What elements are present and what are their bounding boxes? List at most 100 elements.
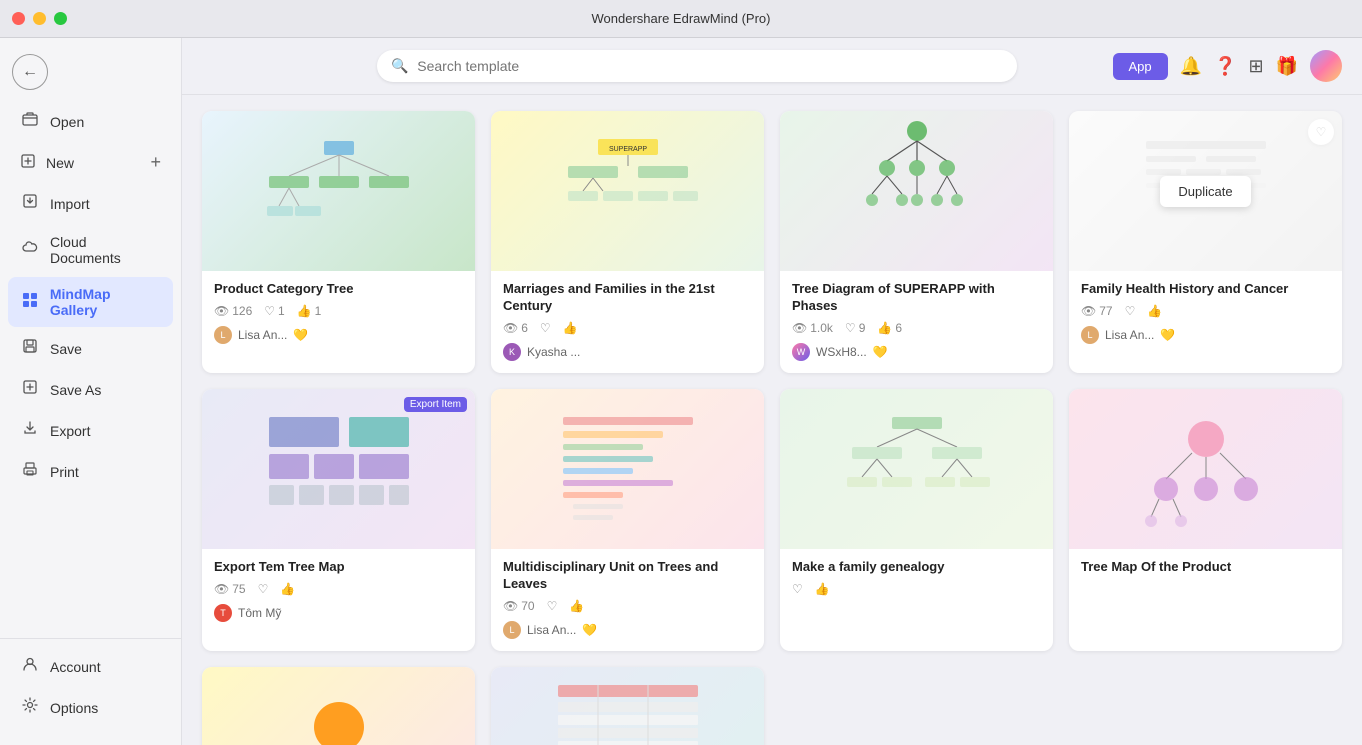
minimize-button[interactable] <box>33 12 46 25</box>
card-family-genealogy[interactable]: Make a family genealogy ♡ 👍 <box>780 389 1053 651</box>
sidebar-item-gallery[interactable]: MindMap Gallery <box>8 277 173 327</box>
thumb-icon: 👍 <box>563 321 578 335</box>
pro-badge: 💛 <box>293 328 308 342</box>
card-thumb-tree-map-product <box>1069 389 1342 549</box>
card-title-tree-map-product: Tree Map Of the Product <box>1081 559 1330 576</box>
sidebar-top: ← <box>0 46 181 102</box>
card-title-product-category-tree: Product Category Tree <box>214 281 463 298</box>
thumb-icon: 👍 <box>569 599 584 613</box>
thumbs-stat: 👍 1 <box>297 304 322 318</box>
author-avatar: W <box>792 343 810 361</box>
card-body-tree-diagram: Tree Diagram of SUPERAPP with Phases 👁 1… <box>780 271 1053 373</box>
search-input[interactable] <box>377 50 1017 82</box>
import-icon <box>20 193 40 214</box>
help-icon: ❓ <box>1214 56 1236 77</box>
new-left: New <box>20 153 74 172</box>
app-button[interactable]: App <box>1113 53 1168 80</box>
sidebar-item-import[interactable]: Import <box>8 184 173 223</box>
sidebar-item-save[interactable]: Save <box>8 329 173 368</box>
sidebar-item-new[interactable]: New + <box>8 143 173 182</box>
notification-button[interactable]: 🔔 <box>1180 56 1202 77</box>
card-tree-diagram-superapp[interactable]: Tree Diagram of SUPERAPP with Phases 👁 1… <box>780 111 1053 373</box>
duplicate-overlay: Duplicate <box>1069 111 1342 271</box>
card-thumb-family-health: ♡ Duplicate <box>1069 111 1342 271</box>
help-button[interactable]: ❓ <box>1214 56 1236 77</box>
sidebar-bottom: Account Options <box>0 638 181 737</box>
thumbs-stat: 👍 6 <box>877 321 902 335</box>
card-thumb-marriages: SUPERAPP <box>491 111 764 271</box>
card-product-category-tree[interactable]: Product Category Tree 👁 126 ♡ 1 👍 1 L Li… <box>202 111 475 373</box>
gallery-container: Product Category Tree 👁 126 ♡ 1 👍 1 L Li… <box>182 95 1362 745</box>
card-author-product-category-tree: L Lisa An... 💛 <box>214 326 463 344</box>
svg-text:SUPERAPP: SUPERAPP <box>608 146 646 153</box>
card-title-multidisciplinary: Multidisciplinary Unit on Trees and Leav… <box>503 559 752 593</box>
bell-icon: 🔔 <box>1180 56 1202 77</box>
window-controls <box>12 12 67 25</box>
card-title-export-tem: Export Tem Tree Map <box>214 559 463 576</box>
card-multidisciplinary-unit[interactable]: Multidisciplinary Unit on Trees and Leav… <box>491 389 764 651</box>
avatar[interactable] <box>1310 50 1342 82</box>
gallery-icon <box>20 292 40 313</box>
sidebar-nav: Open New + Import <box>0 102 181 638</box>
card-author-multidisciplinary: L Lisa An... 💛 <box>503 621 752 639</box>
views-stat: 👁 70 <box>503 599 535 613</box>
sidebar: ← Open New + <box>0 38 182 745</box>
card-thumb-product-category-tree <box>202 111 475 271</box>
app-title: Wondershare EdrawMind (Pro) <box>592 11 771 26</box>
sidebar-item-label-new: New <box>46 155 74 171</box>
sidebar-item-export[interactable]: Export <box>8 411 173 450</box>
card-marriages-families[interactable]: SUPERAPP Marriages <box>491 111 764 373</box>
card-last[interactable] <box>491 667 764 745</box>
export-icon <box>20 420 40 441</box>
sidebar-item-label-cloud: Cloud Documents <box>50 234 161 266</box>
sidebar-item-label-gallery: MindMap Gallery <box>50 286 161 318</box>
search-bar: 🔍 <box>377 50 1017 82</box>
cloud-icon <box>20 240 40 261</box>
layout-button[interactable]: ⊞ <box>1248 56 1263 77</box>
author-avatar: L <box>1081 326 1099 344</box>
export-badge: Export Item <box>404 397 467 412</box>
card-export-tem-tree-map[interactable]: Export Item Export Tem Tree Map 👁 75 ♡ 👍… <box>202 389 475 651</box>
heart-icon: ♡ <box>547 599 558 613</box>
saveas-icon <box>20 379 40 400</box>
maximize-button[interactable] <box>54 12 67 25</box>
card-thumb-multidisciplinary <box>491 389 764 549</box>
views-stat: 👁 1.0k <box>792 321 833 335</box>
sidebar-item-label-export: Export <box>50 423 90 439</box>
back-icon: ← <box>22 63 38 81</box>
author-name: Tôm Mỹ <box>238 606 281 620</box>
author-name: WSxH8... <box>816 345 867 359</box>
card-thumb-colorful <box>202 667 475 745</box>
pro-badge: 💛 <box>582 623 597 637</box>
author-name: Kyasha ... <box>527 345 580 359</box>
sidebar-item-saveas[interactable]: Save As <box>8 370 173 409</box>
duplicate-button[interactable]: Duplicate <box>1160 176 1250 207</box>
new-icon <box>20 153 36 172</box>
card-thumb-family-genealogy <box>780 389 1053 549</box>
thumb-icon: 👍 <box>1147 304 1162 318</box>
account-icon <box>20 656 40 677</box>
sidebar-item-print[interactable]: Print <box>8 452 173 491</box>
sidebar-item-label-account: Account <box>50 659 101 675</box>
card-thumb-export-tem: Export Item <box>202 389 475 549</box>
open-icon <box>20 111 40 132</box>
back-button[interactable]: ← <box>12 54 48 90</box>
share-button[interactable]: 🎁 <box>1276 56 1298 77</box>
card-family-health-history[interactable]: ♡ Duplicate Family Health History and Ca… <box>1069 111 1342 373</box>
sidebar-item-account[interactable]: Account <box>8 647 173 686</box>
card-stats-multidisciplinary: 👁 70 ♡ 👍 <box>503 599 752 613</box>
sidebar-item-open[interactable]: Open <box>8 102 173 141</box>
views-stat: 👁 75 <box>214 582 246 596</box>
close-button[interactable] <box>12 12 25 25</box>
card-body-tree-map-product: Tree Map Of the Product <box>1069 549 1342 594</box>
sidebar-item-label-print: Print <box>50 464 79 480</box>
card-tree-map-product[interactable]: Tree Map Of the Product <box>1069 389 1342 651</box>
card-colorful-map[interactable] <box>202 667 475 745</box>
sidebar-item-options[interactable]: Options <box>8 688 173 727</box>
author-name: Lisa An... <box>238 328 287 342</box>
author-avatar: L <box>503 621 521 639</box>
topbar-right: App 🔔 ❓ ⊞ 🎁 <box>1113 50 1343 82</box>
pro-badge: 💛 <box>1160 328 1175 342</box>
heart-icon: ♡ <box>258 582 269 596</box>
sidebar-item-cloud[interactable]: Cloud Documents <box>8 225 173 275</box>
